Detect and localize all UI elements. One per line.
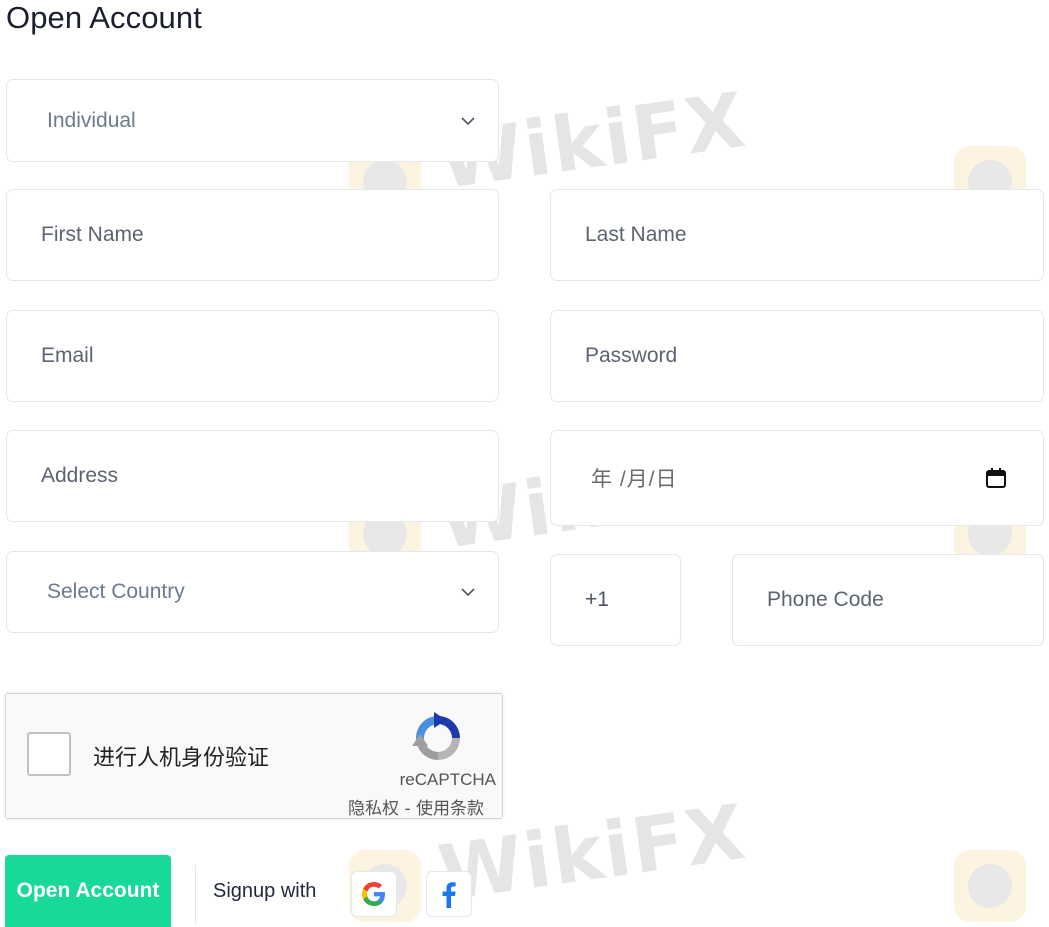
recaptcha-widget: 进行人机身份验证 reCAPTCHA 隐私权 - 使用条款 (5, 693, 503, 819)
first-name-field[interactable] (6, 189, 499, 281)
address-input[interactable] (7, 463, 498, 489)
account-type-value: Individual (47, 108, 136, 132)
facebook-signup-button[interactable] (426, 871, 472, 917)
divider (195, 865, 196, 925)
country-select[interactable]: Select Country (6, 551, 499, 633)
watermark-logo-icon (954, 850, 1026, 922)
last-name-input[interactable] (551, 222, 1043, 248)
facebook-icon (442, 882, 456, 908)
dial-code-field[interactable]: +1 (550, 554, 681, 646)
address-field[interactable] (6, 430, 499, 522)
recaptcha-links[interactable]: 隐私权 - 使用条款 (348, 794, 484, 819)
recaptcha-logo-icon (412, 712, 460, 760)
chevron-down-icon (461, 588, 475, 597)
first-name-input[interactable] (7, 222, 498, 248)
signup-with-label: Signup with (213, 880, 317, 902)
google-icon (362, 882, 385, 906)
password-field[interactable] (550, 310, 1044, 402)
recaptcha-label: 进行人机身份验证 (93, 746, 270, 771)
recaptcha-checkbox[interactable] (27, 732, 71, 776)
google-signup-button[interactable] (351, 871, 397, 917)
country-placeholder: Select Country (47, 580, 185, 603)
dial-code-value: +1 (585, 588, 609, 611)
recaptcha-brand: reCAPTCHA (399, 770, 496, 789)
last-name-field[interactable] (550, 189, 1044, 281)
phone-input[interactable] (733, 587, 1043, 613)
date-placeholder: 年 /月/日 (591, 468, 678, 491)
email-field[interactable] (6, 310, 499, 402)
phone-field[interactable] (732, 554, 1044, 646)
date-of-birth-field[interactable]: 年 /月/日 (550, 430, 1044, 526)
chevron-down-icon (461, 116, 475, 125)
open-account-button[interactable]: Open Account (5, 855, 171, 927)
account-type-select[interactable]: Individual (6, 79, 499, 162)
calendar-icon[interactable] (985, 467, 1007, 489)
page-title: Open Account (6, 0, 202, 35)
password-input[interactable] (551, 343, 1043, 369)
email-input[interactable] (7, 343, 498, 369)
